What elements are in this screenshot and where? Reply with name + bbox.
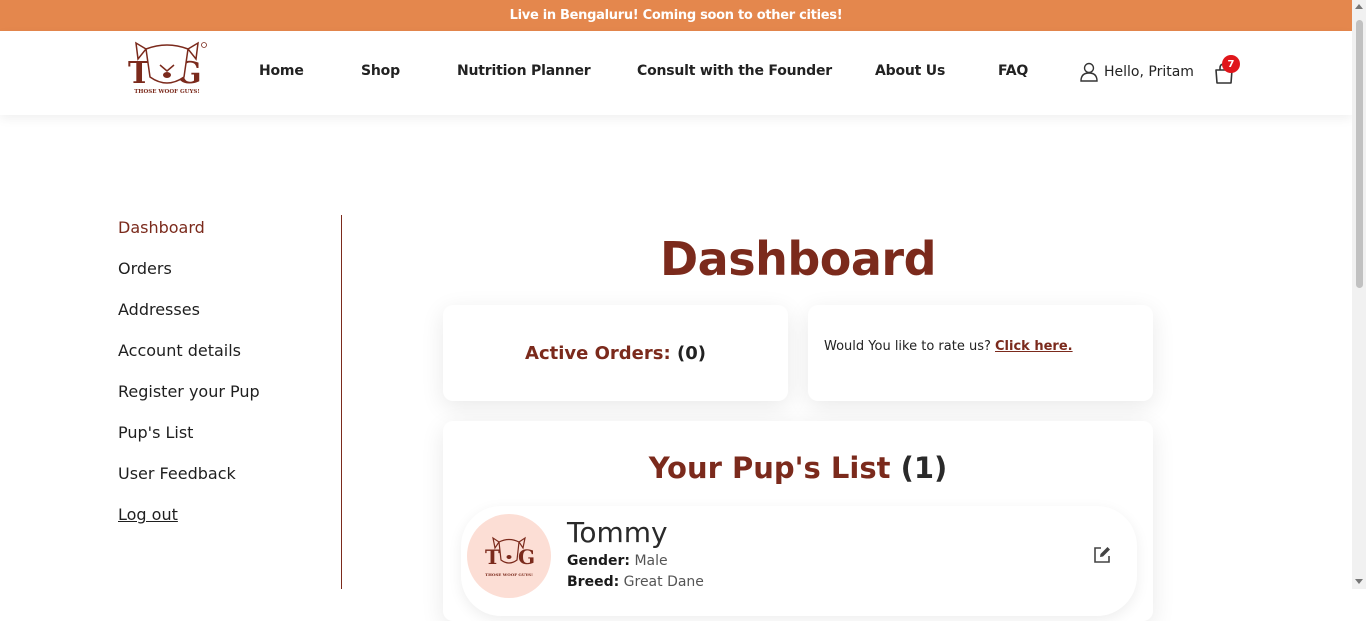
scrollbar-thumb[interactable] (1356, 20, 1363, 288)
svg-text:THOSE WOOF GUYS!: THOSE WOOF GUYS! (485, 572, 533, 577)
user-account-link[interactable]: Hello, Pritam (1080, 62, 1194, 82)
pup-breed-value: Great Dane (623, 574, 704, 590)
rate-us-text: Would You like to rate us? (824, 339, 991, 354)
nav-nutrition-planner[interactable]: Nutrition Planner (457, 63, 591, 79)
page-scrollbar[interactable] (1352, 0, 1366, 589)
pup-breed: Breed: Great Dane (567, 574, 704, 590)
rate-us-card: Would You like to rate us? Click here. (808, 305, 1153, 401)
pups-list-card: Your Pup's List (1) T G THOSE WOOF GUYS!… (443, 421, 1153, 621)
account-sidebar: Dashboard Orders Addresses Account detai… (118, 215, 342, 589)
announcement-text: Live in Bengaluru! Coming soon to other … (509, 8, 843, 23)
nav-consult-founder[interactable]: Consult with the Founder (637, 63, 832, 79)
sidebar-item-user-feedback[interactable]: User Feedback (118, 464, 236, 483)
sidebar-item-pups-list[interactable]: Pup's List (118, 423, 193, 442)
scroll-down-arrow-icon[interactable] (1355, 579, 1363, 584)
active-orders-count: (0) (676, 342, 706, 364)
site-header: T G THOSE WOOF GUYS! Home Shop Nutrition… (0, 31, 1352, 115)
active-orders-card: Active Orders: (0) (443, 305, 788, 401)
page-title: Dashboard (659, 232, 937, 286)
pups-list-title: Your Pup's List (1) (443, 451, 1153, 485)
pup-name: Tommy (567, 516, 668, 549)
pup-logo-icon: T G THOSE WOOF GUYS! (485, 536, 535, 577)
sidebar-item-account-details[interactable]: Account details (118, 341, 241, 360)
user-greeting: Hello, Pritam (1104, 64, 1194, 80)
pup-avatar: T G THOSE WOOF GUYS! (467, 514, 551, 598)
nav-home[interactable]: Home (259, 63, 304, 79)
svg-text:G: G (518, 545, 535, 569)
sidebar-item-dashboard[interactable]: Dashboard (118, 218, 205, 237)
sidebar-item-logout[interactable]: Log out (118, 505, 178, 524)
scroll-up-arrow-icon[interactable] (1355, 4, 1363, 9)
nav-about-us[interactable]: About Us (875, 63, 945, 79)
logo-dog-icon: T G (128, 41, 207, 91)
nav-shop[interactable]: Shop (361, 63, 400, 79)
brand-logo[interactable]: T G THOSE WOOF GUYS! (124, 41, 210, 103)
sidebar-item-register-pup[interactable]: Register your Pup (118, 382, 260, 401)
nav-faq[interactable]: FAQ (998, 63, 1028, 79)
cart-count-badge: 7 (1222, 55, 1240, 73)
pup-gender: Gender: Male (567, 553, 668, 569)
pups-list-heading: Your Pup's List (648, 451, 891, 485)
pup-gender-label: Gender: (567, 553, 630, 569)
svg-text:T: T (485, 545, 500, 569)
active-orders-label: Active Orders: (525, 342, 671, 364)
pup-breed-label: Breed: (567, 574, 620, 590)
sidebar-item-addresses[interactable]: Addresses (118, 300, 200, 319)
announcement-bar: Live in Bengaluru! Coming soon to other … (0, 0, 1352, 31)
edit-icon[interactable] (1093, 546, 1111, 564)
pup-list-item: T G THOSE WOOF GUYS! Tommy Gender: Male … (461, 506, 1137, 616)
brand-tagline: THOSE WOOF GUYS! (134, 89, 200, 95)
rate-us-link[interactable]: Click here. (995, 339, 1073, 354)
pups-list-count: (1) (900, 451, 948, 485)
sidebar-item-orders[interactable]: Orders (118, 259, 172, 278)
user-icon (1080, 62, 1098, 82)
pup-gender-value: Male (634, 553, 668, 569)
